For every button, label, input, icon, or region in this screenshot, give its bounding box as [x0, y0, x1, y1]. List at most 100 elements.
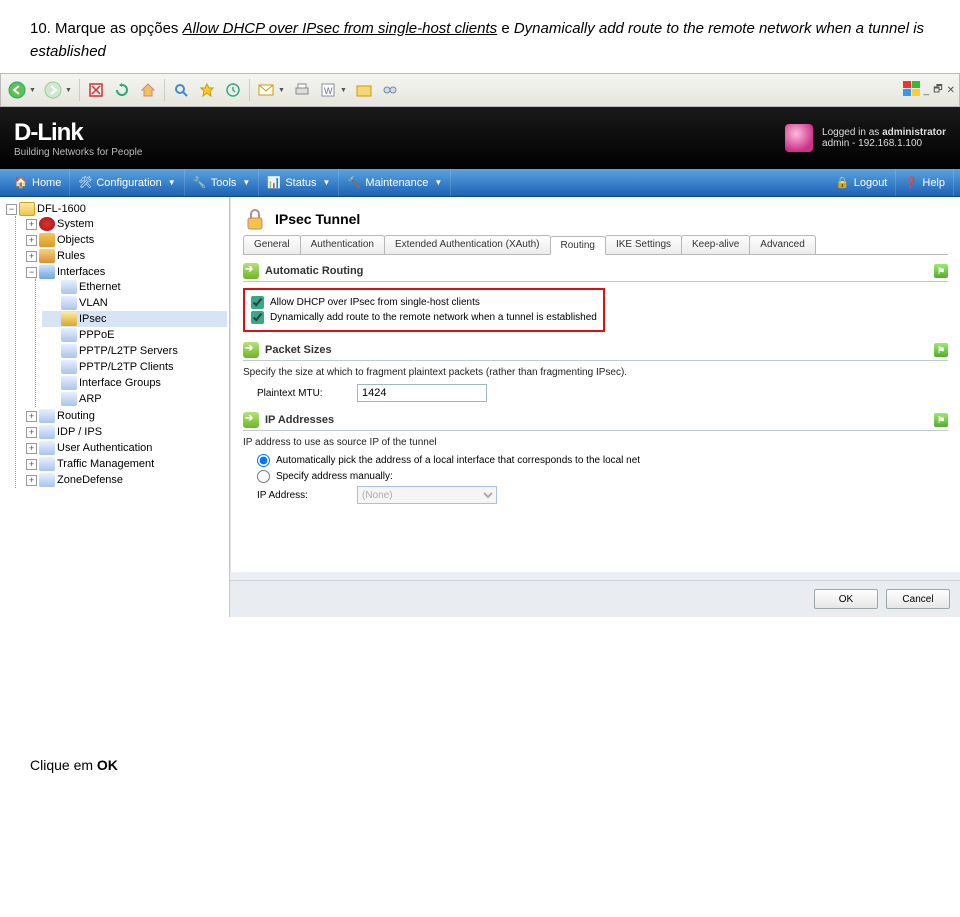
mail-button[interactable] — [254, 78, 278, 102]
chk-allow-dhcp[interactable] — [251, 296, 264, 309]
tab-strip: General Authentication Extended Authenti… — [243, 235, 948, 255]
tree-interface-groups[interactable]: Interface Groups — [46, 376, 227, 390]
history-button[interactable] — [221, 78, 245, 102]
back-dropdown-icon[interactable]: ▼ — [29, 87, 39, 94]
tree-root-label: DFL-1600 — [37, 203, 86, 215]
discuss-button[interactable] — [378, 78, 402, 102]
radio-manual-label: Specify address manually: — [276, 471, 393, 482]
nav-configuration[interactable]: 🛠Configuration▼ — [70, 169, 184, 196]
tree-ethernet-label: Ethernet — [79, 281, 121, 293]
tree-idp[interactable]: +IDP / IPS — [26, 425, 227, 439]
radio-auto[interactable] — [257, 454, 270, 467]
tree-ipsec[interactable]: IPsec — [46, 312, 227, 326]
tab-general[interactable]: General — [243, 235, 301, 254]
chk-dyn-route[interactable] — [251, 311, 264, 324]
nav-help[interactable]: ❓ Help — [896, 169, 954, 196]
nav-home[interactable]: 🏠Home — [6, 169, 70, 196]
tab-keepalive[interactable]: Keep-alive — [681, 235, 750, 254]
tree-system[interactable]: +System — [26, 217, 227, 231]
tree-pptp-cli-label: PPTP/L2TP Clients — [79, 361, 174, 373]
chk-dyn-route-label: Dynamically add route to the remote netw… — [270, 312, 597, 323]
login-ip: admin - 192.168.1.100 — [822, 138, 922, 149]
tree-pptp-clients[interactable]: PPTP/L2TP Clients — [46, 360, 227, 374]
nav-logout[interactable]: 🔒Logout — [828, 169, 897, 196]
close-icon[interactable]: ✕ — [947, 85, 955, 96]
tab-xauth[interactable]: Extended Authentication (XAuth) — [384, 235, 551, 254]
instruction-option1: Allow DHCP over IPsec from single-host c… — [183, 20, 498, 37]
tree-traffic[interactable]: +Traffic Management — [26, 457, 227, 471]
favorites-button[interactable] — [195, 78, 219, 102]
tree-ipsec-label: IPsec — [79, 313, 107, 325]
tree-pptp-srv-label: PPTP/L2TP Servers — [79, 345, 178, 357]
tab-ike[interactable]: IKE Settings — [605, 235, 682, 254]
tab-routing[interactable]: Routing — [550, 236, 606, 255]
tree-zonedefense[interactable]: +ZoneDefense — [26, 473, 227, 487]
tree-pppoe[interactable]: PPPoE — [46, 328, 227, 342]
tree-zone-label: ZoneDefense — [57, 474, 123, 486]
back-button[interactable] — [5, 78, 29, 102]
ok-button[interactable]: OK — [814, 589, 878, 609]
section-ip-head: IP Addresses — [265, 414, 334, 426]
flag-icon: ⚑ — [934, 343, 948, 357]
stop-button[interactable] — [84, 78, 108, 102]
help-icon: ❓ — [904, 176, 918, 190]
chevron-down-icon: ▼ — [242, 178, 250, 187]
header-bar: D-Link Building Networks for People Logg… — [0, 107, 960, 169]
minimize-icon[interactable]: _ — [924, 85, 930, 96]
mtu-input[interactable] — [357, 384, 487, 402]
svg-text:W: W — [324, 86, 333, 96]
nav-status[interactable]: 📊Status▼ — [259, 169, 339, 196]
chevron-down-icon: ▼ — [168, 178, 176, 187]
tree-system-label: System — [57, 218, 94, 230]
tree-user-auth[interactable]: +User Authentication — [26, 441, 227, 455]
tab-authentication[interactable]: Authentication — [300, 235, 385, 254]
chk-allow-dhcp-label: Allow DHCP over IPsec from single-host c… — [270, 297, 480, 308]
tree-interfaces-label: Interfaces — [57, 266, 105, 278]
forward-dropdown-icon[interactable]: ▼ — [65, 87, 75, 94]
section-ip-addresses: IP Addresses⚑ IP address to use as sourc… — [243, 412, 948, 504]
tree-routing[interactable]: +Routing — [26, 409, 227, 423]
tree-root[interactable]: −DFL-1600 — [6, 202, 227, 216]
search-button[interactable] — [169, 78, 193, 102]
highlighted-options: Allow DHCP over IPsec from single-host c… — [243, 288, 605, 332]
tree-interfaces[interactable]: −Interfaces — [26, 265, 227, 279]
tab-advanced[interactable]: Advanced — [749, 235, 815, 254]
edit-button[interactable]: W — [316, 78, 340, 102]
nav-status-label: Status — [285, 177, 316, 189]
tree-pptp-servers[interactable]: PPTP/L2TP Servers — [46, 344, 227, 358]
nav-tools[interactable]: 🔧Tools▼ — [185, 169, 260, 196]
tree-ifgroups-label: Interface Groups — [79, 377, 161, 389]
refresh-button[interactable] — [110, 78, 134, 102]
mail-dropdown-icon[interactable]: ▼ — [278, 87, 288, 94]
window-controls[interactable]: _ 🗗 ✕ — [924, 82, 955, 99]
mtu-label: Plaintext MTU: — [257, 388, 347, 399]
tree-arp[interactable]: ARP — [46, 392, 227, 406]
radio-manual[interactable] — [257, 470, 270, 483]
instruction-join: e — [501, 20, 509, 37]
home-button[interactable] — [136, 78, 160, 102]
section-auto-head: Automatic Routing — [265, 265, 363, 277]
tree-rules[interactable]: +Rules — [26, 249, 227, 263]
logo-block: D-Link Building Networks for People — [14, 119, 142, 158]
nav-logout-label: Logout — [854, 177, 888, 189]
tree-userauth-label: User Authentication — [57, 442, 152, 454]
tree-ethernet[interactable]: Ethernet — [46, 280, 227, 294]
ip-address-label: IP Address: — [257, 490, 347, 501]
footer-bold: OK — [97, 757, 118, 773]
nav-help-label: Help — [922, 177, 945, 189]
tree-vlan[interactable]: VLAN — [46, 296, 227, 310]
nav-maintenance[interactable]: 🔨Maintenance▼ — [339, 169, 451, 196]
tree-traffic-label: Traffic Management — [57, 458, 154, 470]
folder-button[interactable] — [352, 78, 376, 102]
print-button[interactable] — [290, 78, 314, 102]
page-head: IPsec Tunnel — [243, 207, 948, 231]
tree-objects[interactable]: +Objects — [26, 233, 227, 247]
forward-button[interactable] — [41, 78, 65, 102]
cancel-button[interactable]: Cancel — [886, 589, 950, 609]
restore-icon[interactable]: 🗗 — [933, 82, 942, 99]
edit-dropdown-icon[interactable]: ▼ — [340, 87, 350, 94]
instruction-lead: Marque as opções — [55, 20, 178, 37]
ip-address-select[interactable]: (None) — [357, 486, 497, 504]
arrow-icon — [243, 342, 259, 358]
flag-icon: ⚑ — [934, 413, 948, 427]
